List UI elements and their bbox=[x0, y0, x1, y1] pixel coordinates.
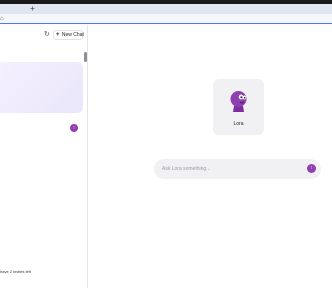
card-send-button[interactable]: ↑ bbox=[70, 124, 78, 132]
plus-icon: + bbox=[56, 32, 60, 38]
address-bar[interactable]: ⌂ bbox=[0, 14, 332, 24]
ask-bar: ↑ bbox=[154, 159, 321, 179]
sidebar: ↻ + New Chat ↑ have 2 invites left bbox=[0, 25, 88, 288]
new-tab-button[interactable]: + bbox=[28, 4, 37, 14]
tab-strip: + bbox=[0, 4, 332, 14]
app-window: + ⌂ ↻ + New Chat ↑ have 2 invites left L… bbox=[0, 0, 332, 288]
character-card[interactable]: Lora bbox=[213, 79, 264, 135]
invites-remaining-text: have 2 invites left bbox=[0, 269, 31, 274]
ask-input[interactable] bbox=[162, 159, 292, 179]
sidebar-scrollbar[interactable] bbox=[84, 52, 87, 62]
send-button[interactable]: ↑ bbox=[307, 164, 316, 173]
main-panel: Lora ↑ bbox=[89, 25, 332, 288]
tab-active[interactable] bbox=[0, 4, 24, 14]
new-chat-label: New Chat bbox=[61, 32, 84, 38]
character-name: Lora bbox=[233, 121, 244, 127]
chat-preview-card[interactable] bbox=[0, 62, 83, 113]
character-avatar-icon bbox=[230, 91, 247, 112]
refresh-icon[interactable]: ↻ bbox=[44, 31, 50, 38]
new-chat-button[interactable]: + New Chat bbox=[53, 30, 84, 40]
address-bar-focus-line bbox=[0, 23, 332, 24]
